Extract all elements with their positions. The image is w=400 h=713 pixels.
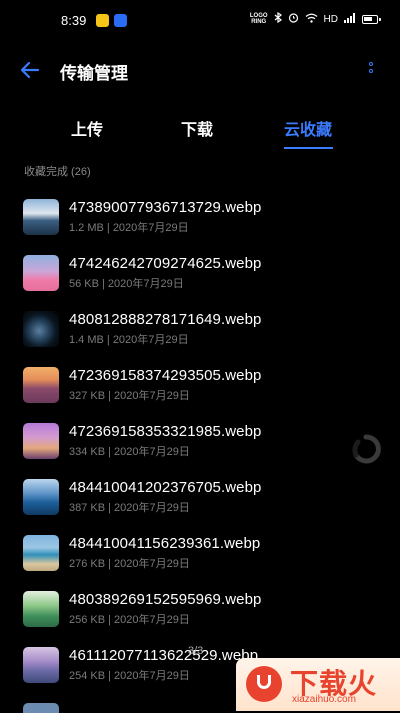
file-meta: 56 KB | 2020年7月29日 — [69, 278, 184, 290]
tab-cloud-favorites[interactable]: 云收藏 — [284, 116, 332, 140]
list-item[interactable]: 472369158374293505.webp 327 KB | 2020年7月… — [0, 357, 400, 413]
loading-spinner — [350, 433, 382, 465]
file-name: 480389269152595969.webp — [69, 591, 262, 608]
notification-app-icon — [114, 14, 127, 27]
status-icons: LOGO RING HD — [249, 11, 381, 26]
page-indicator: 3/3 — [188, 645, 204, 657]
file-meta: 276 KB | 2020年7月29日 — [69, 558, 190, 570]
file-meta: 254 KB | 2020年7月29日 — [69, 670, 190, 682]
thumbnail-image — [23, 647, 59, 683]
tab-bar: 上传 下载 云收藏 — [0, 108, 400, 150]
thumbnail-image — [23, 479, 59, 515]
tab-download[interactable]: 下载 — [181, 116, 213, 140]
signal-icon — [344, 12, 356, 26]
active-tab-indicator — [284, 147, 333, 149]
thumbnail-image — [23, 703, 59, 713]
more-options-button[interactable] — [366, 59, 376, 84]
thumbnail-image — [23, 535, 59, 571]
file-name: 484410041202376705.webp — [69, 479, 262, 496]
list-item[interactable]: 484410041156239361.webp 276 KB | 2020年7月… — [0, 525, 400, 581]
thumbnail-image — [23, 423, 59, 459]
bluetooth-icon — [274, 11, 282, 26]
more-vertical-icon — [369, 69, 373, 73]
wifi-icon — [305, 13, 318, 26]
thumbnail-image — [23, 311, 59, 347]
file-name: 480812888278171649.webp — [69, 311, 262, 328]
alarm-icon — [288, 12, 299, 26]
file-meta: 1.4 MB | 2020年7月29日 — [69, 334, 189, 346]
file-name: 484410041156239361.webp — [69, 535, 261, 552]
back-button[interactable] — [18, 58, 44, 82]
file-meta: 1.2 MB | 2020年7月29日 — [69, 222, 189, 234]
file-name: 472369158374293505.webp — [69, 367, 262, 384]
file-name: 461112077113622529.webp — [69, 647, 259, 664]
list-item[interactable]: 480812888278171649.webp 1.4 MB | 2020年7月… — [0, 301, 400, 357]
arrow-left-icon — [20, 61, 40, 79]
watermark-url: xiazaihuo.com — [292, 694, 356, 705]
list-item[interactable]: 472369158353321985.webp 334 KB | 2020年7月… — [0, 413, 400, 469]
file-meta: 327 KB | 2020年7月29日 — [69, 390, 190, 402]
carrier-logo: LOGO RING — [249, 13, 268, 25]
list-item[interactable]: 473890077936713729.webp 1.2 MB | 2020年7月… — [0, 189, 400, 245]
notification-app-icon — [96, 14, 109, 27]
file-name: 472369158353321985.webp — [69, 423, 262, 440]
file-name: 473890077936713729.webp — [69, 199, 262, 216]
section-header: 收藏完成 (26) — [24, 166, 91, 178]
download-icon — [246, 666, 282, 702]
status-bar: 8:39 LOGO RING HD — [0, 0, 400, 40]
loading-icon — [352, 434, 381, 464]
list-item[interactable]: 484410041202376705.webp 387 KB | 2020年7月… — [0, 469, 400, 525]
file-meta: 387 KB | 2020年7月29日 — [69, 502, 190, 514]
more-vertical-icon — [369, 62, 373, 66]
list-item[interactable]: 480389269152595969.webp 256 KB | 2020年7月… — [0, 581, 400, 637]
list-item[interactable]: 474246242709274625.webp 56 KB | 2020年7月2… — [0, 245, 400, 301]
thumbnail-image — [23, 199, 59, 235]
tab-upload[interactable]: 上传 — [71, 116, 103, 140]
watermark-logo: 下载火 xiazaihuo.com — [236, 658, 400, 711]
status-time: 8:39 — [61, 13, 87, 28]
page-title: 传输管理 — [60, 64, 128, 83]
thumbnail-image — [23, 255, 59, 291]
battery-icon — [362, 14, 381, 24]
thumbnail-image — [23, 367, 59, 403]
file-meta: 256 KB | 2020年7月29日 — [69, 614, 190, 626]
file-meta: 334 KB | 2020年7月29日 — [69, 446, 190, 458]
file-name: 474246242709274625.webp — [69, 255, 262, 272]
thumbnail-image — [23, 591, 59, 627]
hd-label: HD — [323, 13, 338, 25]
app-header: 传输管理 — [0, 48, 400, 92]
